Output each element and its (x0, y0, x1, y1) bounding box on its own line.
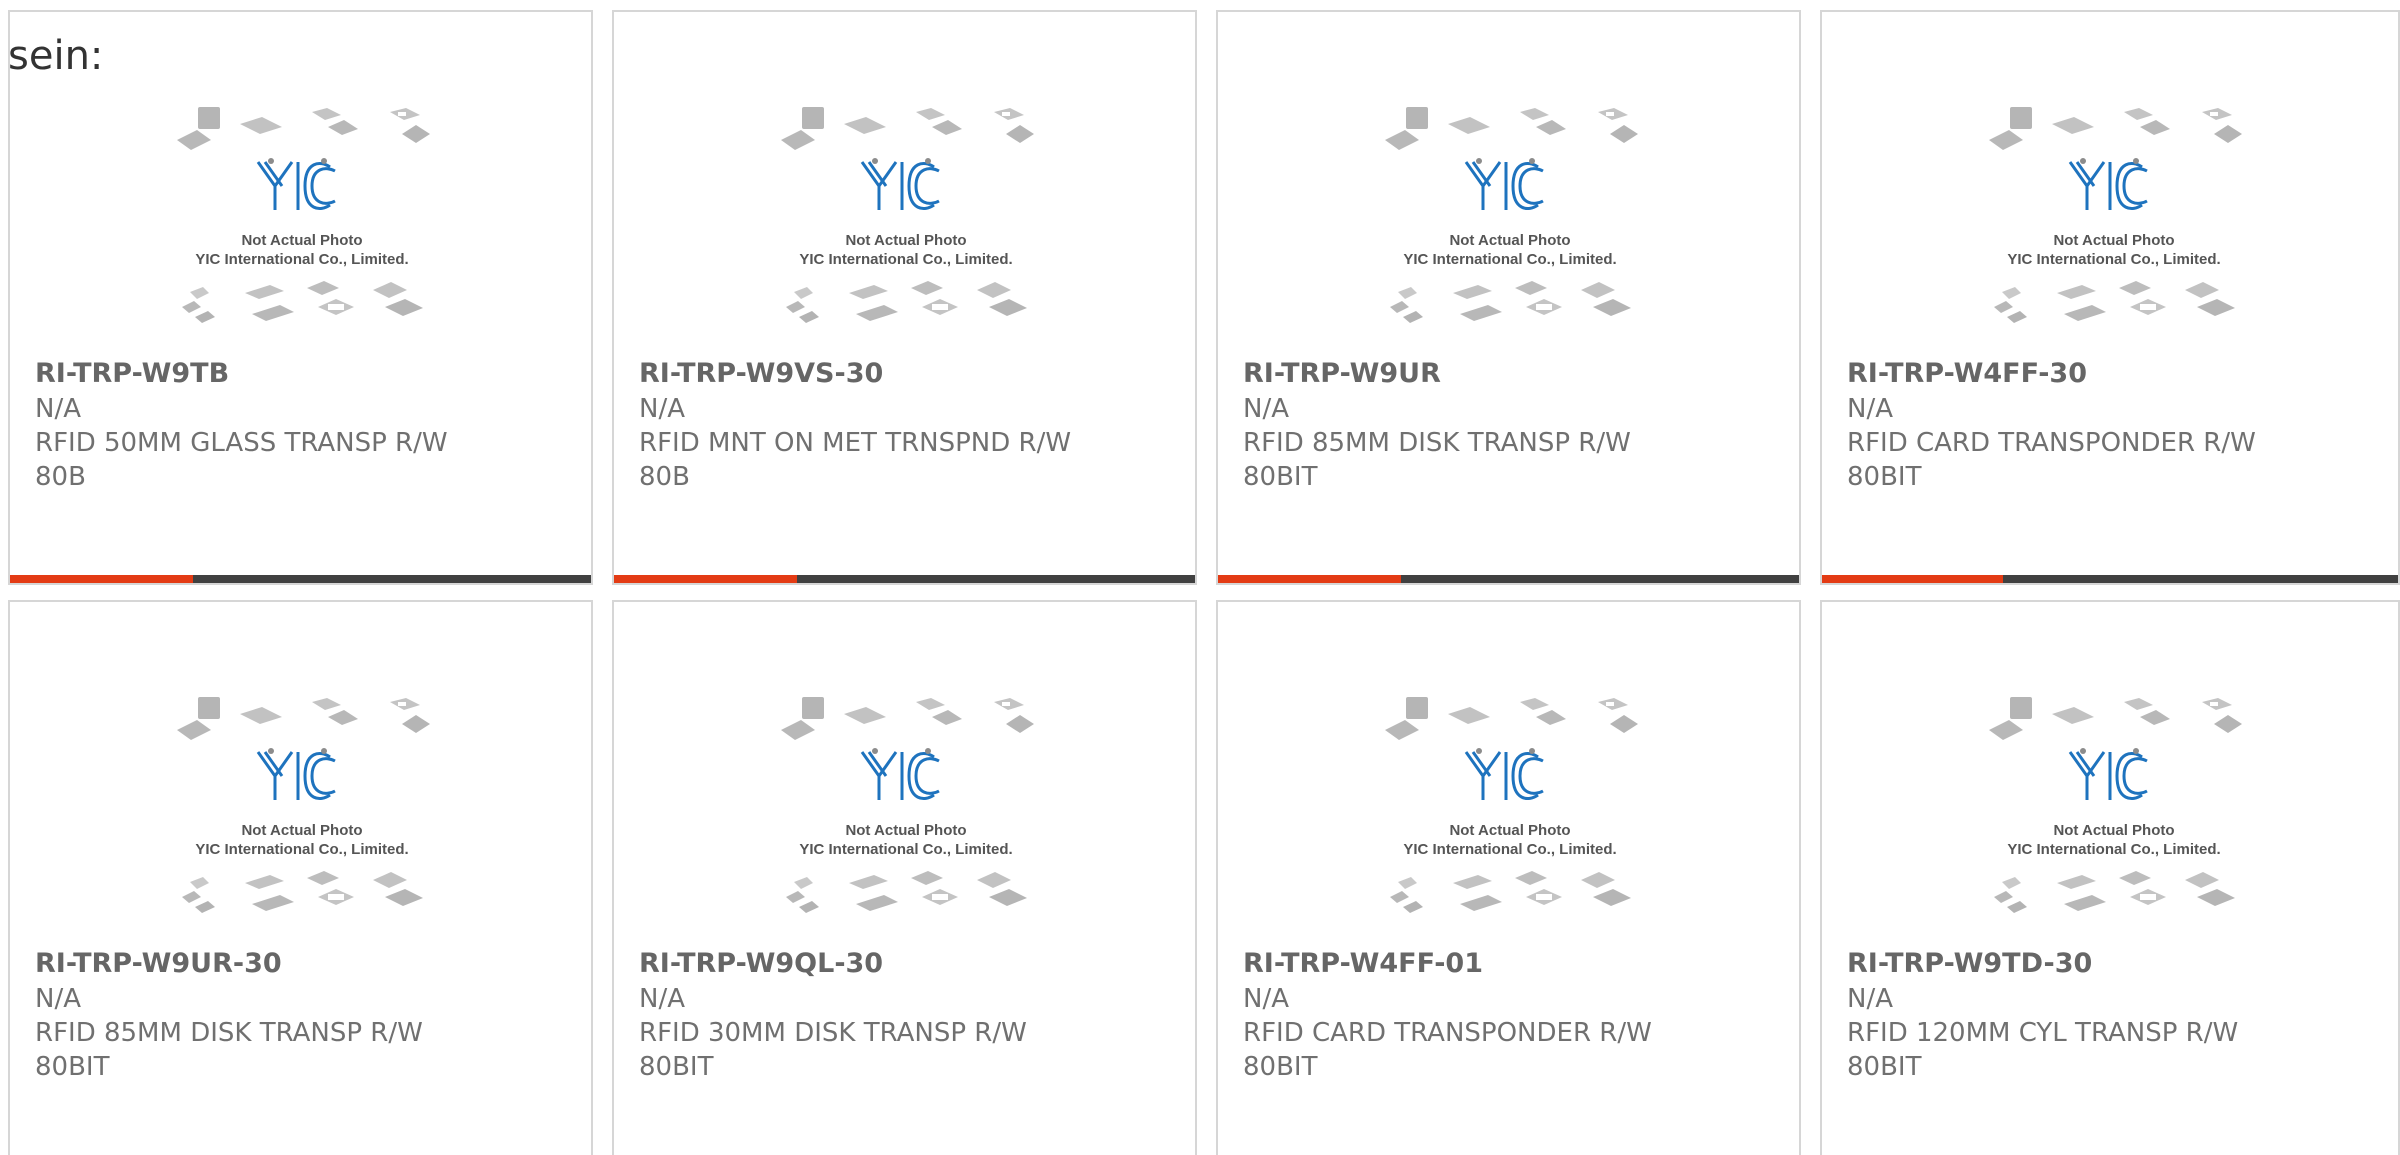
image-caption-line-1: Not Actual Photo (241, 822, 362, 839)
accent-segment-red (1218, 575, 1401, 583)
image-caption-line-2: YIC International Co., Limited. (195, 841, 408, 858)
manufacturer: N/A (35, 984, 81, 1014)
image-caption-line-2: YIC International Co., Limited. (2007, 841, 2220, 858)
part-number[interactable]: RI-TRP-W9QL-30 (639, 947, 1159, 981)
product-placeholder-image[interactable]: Not Actual Photo YIC International Co., … (170, 692, 435, 937)
part-number[interactable]: RI-TRP-W9TB (35, 357, 555, 391)
product-placeholder-image[interactable]: Not Actual Photo YIC International Co., … (1378, 692, 1643, 937)
product-description: RFID 85MM DISK TRANSP R/W 80BIT (1243, 428, 1631, 492)
image-caption-line-1: Not Actual Photo (2053, 232, 2174, 249)
product-placeholder-image[interactable]: Not Actual Photo YIC International Co., … (170, 102, 435, 347)
image-caption-line-1: Not Actual Photo (1449, 232, 1570, 249)
page-canvas: sein: Not Actual Photo YIC International… (0, 0, 2400, 1155)
card-accent-bar (1822, 575, 2398, 583)
product-placeholder-image[interactable]: Not Actual Photo YIC International Co., … (774, 692, 1039, 937)
image-caption-line-1: Not Actual Photo (1449, 822, 1570, 839)
image-caption-line-2: YIC International Co., Limited. (2007, 251, 2220, 268)
part-number[interactable]: RI-TRP-W4FF-01 (1243, 947, 1763, 981)
part-number[interactable]: RI-TRP-W9UR (1243, 357, 1763, 391)
product-description: RFID 30MM DISK TRANSP R/W 80BIT (639, 1018, 1027, 1082)
image-caption-line-1: Not Actual Photo (2053, 822, 2174, 839)
product-placeholder-image[interactable]: Not Actual Photo YIC International Co., … (774, 102, 1039, 347)
product-description: RFID CARD TRANSPONDER R/W 80BIT (1243, 1018, 1652, 1082)
accent-segment-dark (1401, 575, 1799, 583)
product-description: RFID MNT ON MET TRNSPND R/W 80B (639, 428, 1072, 492)
image-caption-line-1: Not Actual Photo (845, 822, 966, 839)
image-caption-line-2: YIC International Co., Limited. (195, 251, 408, 268)
part-number[interactable]: RI-TRP-W9TD-30 (1847, 947, 2367, 981)
accent-segment-red (10, 575, 193, 583)
manufacturer: N/A (639, 984, 685, 1014)
product-placeholder-image[interactable]: Not Actual Photo YIC International Co., … (1982, 692, 2247, 937)
image-caption-line-2: YIC International Co., Limited. (799, 251, 1012, 268)
product-card-1[interactable]: Not Actual Photo YIC International Co., … (8, 10, 593, 585)
product-card-4[interactable]: Not Actual Photo YIC International Co., … (1820, 10, 2400, 585)
intro-text: sein: (8, 33, 104, 79)
manufacturer: N/A (1847, 394, 1893, 424)
image-caption-line-2: YIC International Co., Limited. (1403, 251, 1616, 268)
product-card-2[interactable]: Not Actual Photo YIC International Co., … (612, 10, 1197, 585)
product-grid: Not Actual Photo YIC International Co., … (0, 0, 2400, 1155)
card-accent-bar (10, 575, 591, 583)
product-description: RFID CARD TRANSPONDER R/W 80BIT (1847, 428, 2256, 492)
image-caption-line-2: YIC International Co., Limited. (799, 841, 1012, 858)
product-card-6[interactable]: Not Actual Photo YIC International Co., … (612, 600, 1197, 1155)
image-caption-line-2: YIC International Co., Limited. (1403, 841, 1616, 858)
product-description: RFID 85MM DISK TRANSP R/W 80BIT (35, 1018, 423, 1082)
part-number[interactable]: RI-TRP-W9VS-30 (639, 357, 1159, 391)
manufacturer: N/A (639, 394, 685, 424)
manufacturer: N/A (1847, 984, 1893, 1014)
product-placeholder-image[interactable]: Not Actual Photo YIC International Co., … (1982, 102, 2247, 347)
product-description: RFID 50MM GLASS TRANSP R/W 80B (35, 428, 448, 492)
card-accent-bar (614, 575, 1195, 583)
card-accent-bar (1218, 575, 1799, 583)
image-caption-line-1: Not Actual Photo (241, 232, 362, 249)
product-placeholder-image[interactable]: Not Actual Photo YIC International Co., … (1378, 102, 1643, 347)
manufacturer: N/A (1243, 984, 1289, 1014)
product-card-7[interactable]: Not Actual Photo YIC International Co., … (1216, 600, 1801, 1155)
part-number[interactable]: RI-TRP-W9UR-30 (35, 947, 555, 981)
product-description: RFID 120MM CYL TRANSP R/W 80BIT (1847, 1018, 2239, 1082)
manufacturer: N/A (1243, 394, 1289, 424)
image-caption-line-1: Not Actual Photo (845, 232, 966, 249)
accent-segment-dark (797, 575, 1195, 583)
manufacturer: N/A (35, 394, 81, 424)
accent-segment-red (614, 575, 797, 583)
accent-segment-red (1822, 575, 2004, 583)
accent-segment-dark (193, 575, 591, 583)
product-card-3[interactable]: Not Actual Photo YIC International Co., … (1216, 10, 1801, 585)
product-card-5[interactable]: Not Actual Photo YIC International Co., … (8, 600, 593, 1155)
product-card-8[interactable]: Not Actual Photo YIC International Co., … (1820, 600, 2400, 1155)
accent-segment-dark (2003, 575, 2398, 583)
part-number[interactable]: RI-TRP-W4FF-30 (1847, 357, 2367, 391)
